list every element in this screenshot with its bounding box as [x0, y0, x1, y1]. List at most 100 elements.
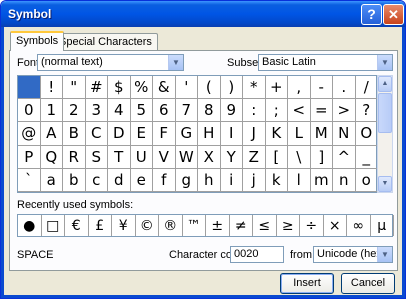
symbol-cell[interactable]: ^ — [333, 145, 356, 169]
symbol-cell[interactable]: 4 — [108, 99, 131, 123]
symbol-cell[interactable]: C — [85, 122, 108, 146]
symbol-cell[interactable]: G — [175, 122, 198, 146]
font-select[interactable]: (normal text) ▼ — [37, 54, 184, 71]
symbol-cell[interactable]: k — [265, 168, 288, 192]
symbol-cell[interactable]: ! — [40, 76, 63, 100]
symbol-cell[interactable]: V — [153, 145, 176, 169]
recent-symbol-cell[interactable]: ± — [206, 215, 230, 236]
insert-button[interactable]: Insert — [280, 273, 334, 294]
tab-symbols[interactable]: Symbols — [10, 31, 65, 51]
symbol-cell[interactable]: W — [175, 145, 198, 169]
recent-symbol-cell[interactable]: ≤ — [253, 215, 277, 236]
recent-symbol-cell[interactable]: ≥ — [277, 215, 300, 236]
symbol-cell[interactable]: R — [63, 145, 86, 169]
recent-symbol-cell[interactable]: µ — [371, 215, 394, 236]
symbol-cell[interactable]: i — [220, 168, 243, 192]
title-bar[interactable]: Symbol ? ✕ — [1, 1, 405, 27]
symbol-cell[interactable]: . — [333, 76, 356, 100]
symbol-cell[interactable]: o — [355, 168, 378, 192]
symbol-cell[interactable]: 5 — [130, 99, 153, 123]
symbol-grid-scrollbar[interactable]: ▲ ▼ — [377, 75, 393, 193]
symbol-cell[interactable]: n — [333, 168, 356, 192]
symbol-cell[interactable]: : — [243, 99, 266, 123]
symbol-cell[interactable]: / — [355, 76, 378, 100]
symbol-cell[interactable]: # — [85, 76, 108, 100]
symbol-cell[interactable]: 3 — [85, 99, 108, 123]
recent-symbol-cell[interactable]: € — [65, 215, 89, 236]
symbol-cell[interactable]: T — [108, 145, 131, 169]
symbol-cell[interactable]: U — [130, 145, 153, 169]
symbol-cell[interactable]: = — [310, 99, 333, 123]
chevron-down-icon[interactable]: ▼ — [377, 247, 392, 262]
symbol-cell[interactable]: Q — [40, 145, 63, 169]
symbol-cell[interactable]: , — [288, 76, 311, 100]
close-button[interactable]: ✕ — [383, 4, 404, 25]
symbol-cell[interactable]: * — [243, 76, 266, 100]
symbol-cell[interactable]: O — [355, 122, 378, 146]
symbol-cell[interactable]: H — [198, 122, 221, 146]
symbol-cell[interactable]: ' — [175, 76, 198, 100]
scroll-up-icon[interactable]: ▲ — [378, 76, 392, 92]
symbol-cell[interactable]: < — [288, 99, 311, 123]
symbol-cell[interactable]: % — [130, 76, 153, 100]
symbol-cell[interactable]: P — [18, 145, 41, 169]
symbol-cell[interactable]: l — [288, 168, 311, 192]
symbol-cell[interactable]: m — [310, 168, 333, 192]
recent-symbol-cell[interactable]: © — [136, 215, 159, 236]
tab-special-characters[interactable]: Special Characters — [53, 33, 158, 51]
scroll-down-icon[interactable]: ▼ — [378, 176, 392, 192]
symbol-cell[interactable]: 9 — [220, 99, 243, 123]
symbol-cell[interactable]: Y — [220, 145, 243, 169]
symbol-cell[interactable]: Z — [243, 145, 266, 169]
character-code-input[interactable]: 0020 — [230, 246, 284, 263]
from-select[interactable]: Unicode (hex) ▼ — [313, 246, 393, 263]
symbol-cell[interactable]: B — [63, 122, 86, 146]
recent-symbol-cell[interactable]: ≠ — [230, 215, 253, 236]
symbol-cell[interactable]: 8 — [198, 99, 221, 123]
symbol-cell[interactable]: S — [85, 145, 108, 169]
recent-symbol-cell[interactable]: ∞ — [347, 215, 371, 236]
symbol-cell[interactable]: 1 — [40, 99, 63, 123]
symbol-cell[interactable]: ; — [265, 99, 288, 123]
recent-symbol-cell[interactable]: × — [324, 215, 347, 236]
symbol-cell[interactable]: ) — [220, 76, 243, 100]
symbol-cell[interactable]: N — [333, 122, 356, 146]
symbol-cell[interactable]: " — [63, 76, 86, 100]
symbol-cell[interactable]: e — [130, 168, 153, 192]
symbol-cell[interactable]: g — [175, 168, 198, 192]
cancel-button[interactable]: Cancel — [341, 273, 395, 294]
symbol-cell[interactable]: j — [243, 168, 266, 192]
symbol-cell[interactable]: > — [333, 99, 356, 123]
symbol-cell[interactable]: d — [108, 168, 131, 192]
symbol-cell[interactable]: L — [288, 122, 311, 146]
symbol-cell[interactable]: F — [153, 122, 176, 146]
recent-symbol-cell[interactable]: £ — [89, 215, 112, 236]
symbol-cell[interactable]: X — [198, 145, 221, 169]
recent-symbol-cell[interactable]: ® — [159, 215, 183, 236]
symbol-cell[interactable]: \ — [288, 145, 311, 169]
chevron-down-icon[interactable]: ▼ — [168, 55, 183, 70]
chevron-down-icon[interactable]: ▼ — [377, 55, 392, 70]
symbol-cell[interactable]: K — [265, 122, 288, 146]
recent-symbol-cell[interactable]: ¥ — [112, 215, 136, 236]
recent-symbol-cell[interactable]: ÷ — [300, 215, 324, 236]
symbol-cell[interactable]: 6 — [153, 99, 176, 123]
symbol-cell[interactable]: ( — [198, 76, 221, 100]
symbol-cell[interactable]: A — [40, 122, 63, 146]
symbol-cell[interactable]: a — [40, 168, 63, 192]
symbol-cell[interactable]: M — [310, 122, 333, 146]
symbol-cell[interactable]: _ — [355, 145, 378, 169]
symbol-cell[interactable]: c — [85, 168, 108, 192]
scrollbar-thumb[interactable] — [378, 93, 392, 133]
symbol-cell[interactable]: 0 — [18, 99, 41, 123]
symbol-cell[interactable] — [18, 76, 41, 100]
symbol-cell[interactable]: & — [153, 76, 176, 100]
symbol-cell[interactable]: f — [153, 168, 176, 192]
symbol-cell[interactable]: 2 — [63, 99, 86, 123]
symbol-cell[interactable]: @ — [18, 122, 41, 146]
symbol-cell[interactable]: b — [63, 168, 86, 192]
recent-symbol-cell[interactable]: ™ — [183, 215, 206, 236]
symbol-cell[interactable]: I — [220, 122, 243, 146]
symbol-cell[interactable]: ? — [355, 99, 378, 123]
recent-symbol-cell[interactable]: ● — [18, 215, 42, 236]
